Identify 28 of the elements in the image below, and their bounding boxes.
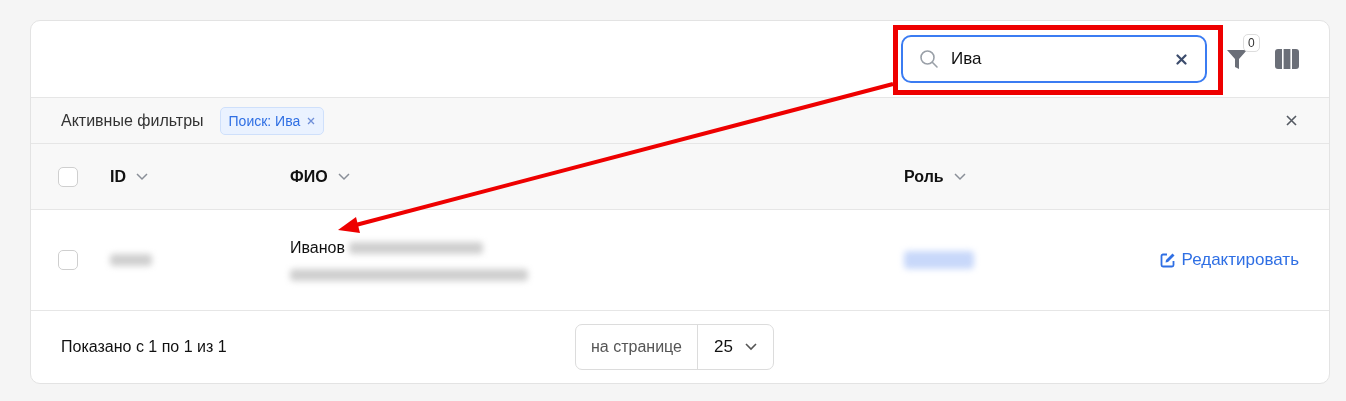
filter-icon[interactable] xyxy=(1227,48,1247,70)
page-size-selector[interactable]: на странице 25 xyxy=(575,324,774,370)
page-size-label: на странице xyxy=(576,325,698,369)
name-text: Иванов xyxy=(290,239,345,257)
close-icon[interactable] xyxy=(1286,115,1297,126)
active-filters-label: Активные фильтры xyxy=(61,111,204,130)
select-all-checkbox[interactable] xyxy=(58,166,78,187)
column-header[interactable]: ID xyxy=(110,167,126,186)
page-size-value: 25 xyxy=(712,337,734,357)
results-summary: Показано с 1 по 1 из 1 xyxy=(61,338,228,356)
sort-icon[interactable] xyxy=(337,172,350,181)
row-checkbox[interactable] xyxy=(58,250,78,270)
caret-icon xyxy=(744,343,757,351)
clear-icon[interactable] xyxy=(1176,53,1187,65)
remove-icon[interactable] xyxy=(307,116,316,125)
columns-icon[interactable] xyxy=(1275,49,1299,69)
sort-icon[interactable] xyxy=(136,172,148,181)
column-header[interactable]: ФИО xyxy=(290,167,328,186)
redacted-text xyxy=(110,254,152,266)
filter-count-badge: 0 xyxy=(1243,34,1260,52)
sort-icon[interactable] xyxy=(953,172,966,181)
redacted-tag xyxy=(904,251,974,269)
search-icon xyxy=(919,49,939,69)
search-field[interactable]: Ива xyxy=(901,35,1207,83)
column-header[interactable]: Роль xyxy=(904,167,944,186)
filter-chip[interactable]: Поиск: Ива xyxy=(219,106,325,135)
edit-link[interactable]: Редактировать xyxy=(1159,250,1299,270)
edit-icon xyxy=(1159,252,1176,268)
